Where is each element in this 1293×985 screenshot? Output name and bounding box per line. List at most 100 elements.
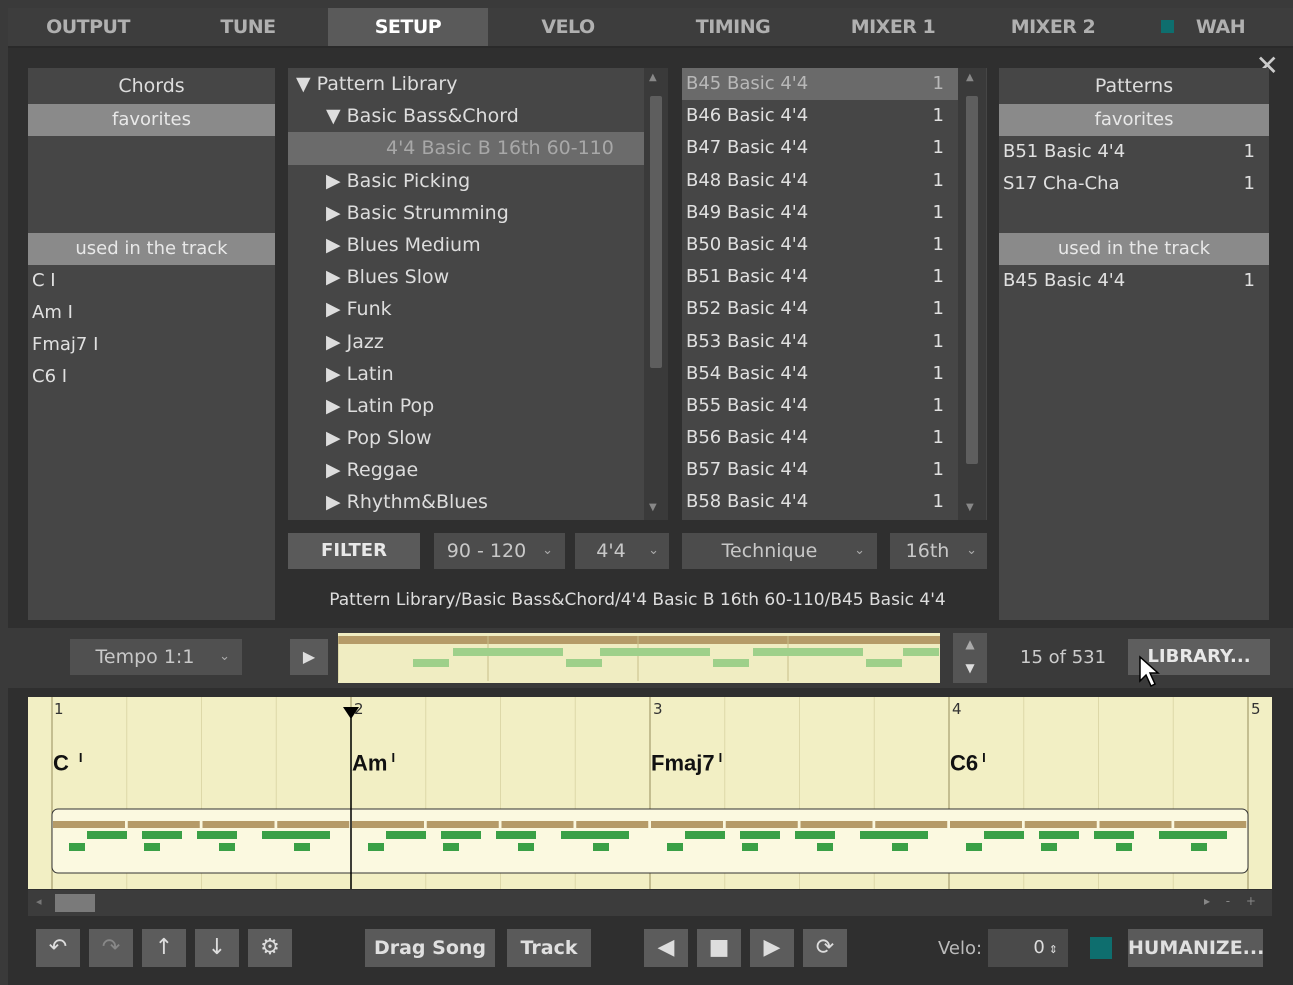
chord-note — [950, 821, 1022, 828]
bass-note — [685, 831, 725, 839]
tab-setup[interactable]: SETUP — [328, 8, 488, 46]
list-item[interactable]: C6 I — [28, 361, 275, 393]
library-tree-item[interactable]: ▶ Basic Picking — [288, 165, 644, 197]
tab-output[interactable]: OUTPUT — [8, 8, 168, 46]
chord-label[interactable]: CI — [53, 750, 83, 776]
speaker-icon[interactable]: ◀ — [644, 929, 688, 967]
pattern-scrollbar[interactable]: ▲ ▼ — [958, 68, 986, 520]
tab-wah[interactable]: WAH — [1178, 8, 1263, 46]
list-item[interactable]: Fmaj7 I — [28, 329, 275, 361]
pattern-list-item[interactable]: B46 Basic 4'4 1 — [682, 100, 958, 132]
wah-enable-toggle[interactable] — [1161, 20, 1174, 33]
pattern-list: B45 Basic 4'4 1 B46 Basic 4'4 1 B47 Basic 4'… — [682, 68, 987, 520]
preview-note — [413, 659, 449, 667]
pattern-list-item[interactable]: B58 Basic 4'4 1 — [682, 486, 958, 518]
stop-icon[interactable]: ■ — [697, 929, 741, 967]
play-icon[interactable]: ▶ — [750, 929, 794, 967]
scroll-left-icon[interactable]: ◂ — [36, 895, 42, 908]
library-tree-item[interactable]: ▶ Blues Slow — [288, 261, 644, 293]
library-tree-item[interactable]: ▼ Pattern Library — [288, 68, 644, 100]
scroll-up-icon[interactable]: ▲ — [966, 72, 974, 83]
arrow-down-icon[interactable]: ↓ — [195, 929, 239, 967]
pattern-list-item[interactable]: B47 Basic 4'4 1 — [682, 132, 958, 164]
zoom-controls[interactable]: ▸ - + — [1204, 894, 1262, 908]
step-up-icon[interactable]: ▲ — [953, 633, 987, 655]
bass-note — [593, 843, 609, 851]
chord-label[interactable]: C6 I — [950, 750, 986, 776]
bass-note — [561, 831, 601, 839]
gear-icon[interactable]: ⚙ — [248, 929, 292, 967]
humanize-toggle[interactable] — [1090, 937, 1112, 959]
undo-icon[interactable]: ↶ — [36, 929, 80, 967]
tempo-range-select[interactable]: 90 - 120 ⌄ — [434, 533, 565, 569]
library-tree-item[interactable]: ▶ Reggae — [288, 454, 644, 486]
loop-icon[interactable]: ⟳ — [803, 929, 847, 967]
stepper-arrows-icon[interactable]: ⇕ — [1049, 943, 1058, 956]
drag-song-button[interactable]: Drag Song — [365, 929, 495, 967]
pattern-list-item[interactable]: B54 Basic 4'4 1 — [682, 358, 958, 390]
list-item[interactable]: B51 Basic 4'4 1 — [999, 136, 1269, 168]
library-tree-item[interactable]: ▶ Basic Strumming — [288, 197, 644, 229]
tempo-select[interactable]: Tempo 1:1 ⌄ — [70, 639, 242, 675]
list-item[interactable]: B45 Basic 4'4 1 — [999, 265, 1269, 297]
library-tree-item[interactable]: ▶ Latin Pop — [288, 390, 644, 422]
preview-play-icon[interactable]: ▶ — [290, 639, 328, 675]
scroll-up-icon[interactable]: ▲ — [649, 72, 657, 83]
resolution-select[interactable]: 16th ⌄ — [890, 533, 987, 569]
preview-note — [903, 648, 939, 656]
library-tree-item[interactable]: ▼ Basic Bass&Chord — [288, 100, 644, 132]
pattern-list-item[interactable]: B57 Basic 4'4 1 — [682, 454, 958, 486]
pattern-count: 1 — [932, 73, 944, 94]
list-item[interactable]: S17 Cha-Cha 1 — [999, 168, 1269, 200]
library-tree-item[interactable]: ▶ Latin — [288, 358, 644, 390]
scroll-thumb[interactable] — [650, 96, 662, 368]
pattern-list-item[interactable]: B52 Basic 4'4 1 — [682, 293, 958, 325]
scroll-down-icon[interactable]: ▼ — [649, 502, 657, 513]
chord-label[interactable]: Am I — [352, 750, 395, 776]
pattern-name: B48 Basic 4'4 — [686, 169, 809, 191]
pattern-list-item[interactable]: B48 Basic 4'4 1 — [682, 165, 958, 197]
pattern-list-item[interactable]: B45 Basic 4'4 1 — [682, 68, 958, 101]
list-item[interactable]: C I — [28, 265, 275, 297]
tab-timing[interactable]: TIMING — [653, 8, 813, 46]
library-tree-item[interactable]: ▶ Rhythm&Blues — [288, 486, 644, 518]
meter-select[interactable]: 4'4 ⌄ — [575, 533, 669, 569]
filter-button[interactable]: FILTER — [288, 533, 420, 569]
technique-select[interactable]: Technique ⌄ — [682, 533, 877, 569]
scroll-thumb[interactable] — [55, 894, 95, 912]
pattern-list-item[interactable]: B53 Basic 4'4 1 — [682, 326, 958, 358]
pattern-list-item[interactable]: B56 Basic 4'4 1 — [682, 422, 958, 454]
track-scrollbar[interactable]: ◂ ▸ - + — [28, 890, 1272, 916]
library-scrollbar[interactable]: ▲ ▼ — [644, 68, 668, 520]
scroll-down-icon[interactable]: ▼ — [966, 502, 974, 513]
library-tree-item[interactable]: ▶ Jazz — [288, 326, 644, 358]
track-area[interactable] — [28, 697, 1272, 889]
humanize-button[interactable]: HUMANIZE... — [1128, 929, 1264, 967]
bass-note — [386, 831, 426, 839]
preview-stepper[interactable]: ▲ ▼ — [953, 633, 987, 683]
tab-tune[interactable]: TUNE — [168, 8, 328, 46]
pattern-list-item[interactable]: B50 Basic 4'4 1 — [682, 229, 958, 261]
step-down-icon[interactable]: ▼ — [953, 655, 987, 681]
pattern-list-item[interactable]: B51 Basic 4'4 1 — [682, 261, 958, 293]
library-tree-item[interactable]: ▶ Pop Slow — [288, 422, 644, 454]
redo-icon[interactable]: ↷ — [89, 929, 133, 967]
library-tree-item[interactable]: ▶ Blues Medium — [288, 229, 644, 261]
library-tree-item[interactable]: 4'4 Basic B 16th 60-110 — [288, 132, 644, 165]
pattern-list-item[interactable]: B49 Basic 4'4 1 — [682, 197, 958, 229]
bass-note — [1041, 843, 1057, 851]
velo-stepper[interactable]: 0 ⇕ — [988, 929, 1068, 967]
chord-label[interactable]: Fmaj7 I — [651, 750, 722, 776]
scroll-thumb[interactable] — [966, 96, 978, 464]
bass-note — [740, 831, 780, 839]
bass-note — [742, 843, 758, 851]
arrow-up-icon[interactable]: ↑ — [142, 929, 186, 967]
tab-mixer-2[interactable]: MIXER 2 — [973, 8, 1133, 46]
list-item[interactable]: Am I — [28, 297, 275, 329]
pattern-list-item[interactable]: B55 Basic 4'4 1 — [682, 390, 958, 422]
tab-velo[interactable]: VELO — [488, 8, 648, 46]
bass-note — [69, 843, 85, 851]
library-tree-item[interactable]: ▶ Funk — [288, 293, 644, 325]
tab-mixer-1[interactable]: MIXER 1 — [813, 8, 973, 46]
track-button[interactable]: Track — [507, 929, 591, 967]
